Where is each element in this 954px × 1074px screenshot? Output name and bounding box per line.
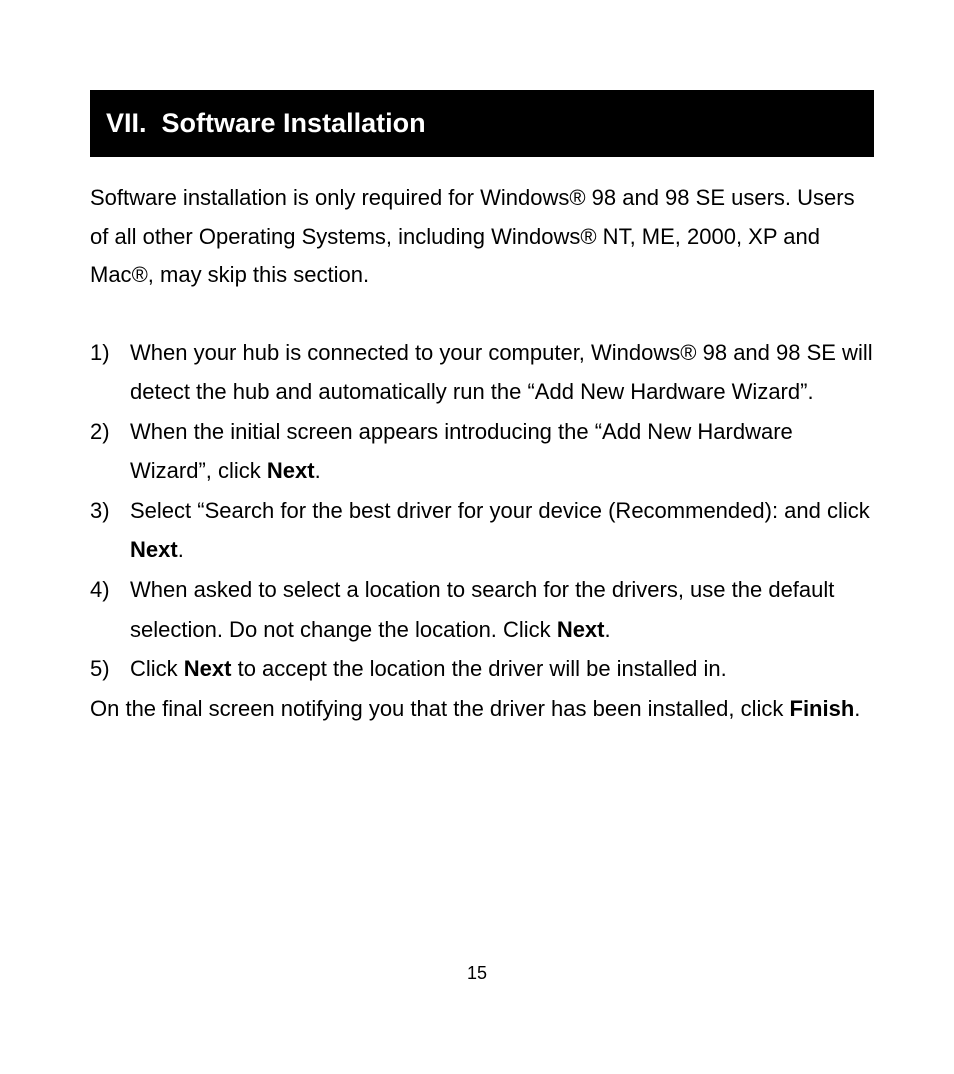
list-item: 4) When asked to select a location to se… — [90, 570, 874, 649]
text: Click — [130, 656, 184, 681]
list-item: 5) Click Next to accept the location the… — [90, 649, 874, 689]
list-text: When the initial screen appears introduc… — [130, 412, 874, 491]
registered-mark: ® — [580, 224, 596, 249]
list-number: 1) — [90, 333, 130, 412]
list-text: Select “Search for the best driver for y… — [130, 491, 874, 570]
registered-mark: ® — [132, 262, 148, 287]
list-number: 4) — [90, 570, 130, 649]
page-number: 15 — [0, 963, 954, 984]
text: Select “Search for the best driver for y… — [130, 498, 870, 523]
text: When asked to select a location to searc… — [130, 577, 834, 642]
section-header: VII. Software Installation — [90, 90, 874, 157]
list-item: 3) Select “Search for the best driver fo… — [90, 491, 874, 570]
registered-mark: ® — [680, 340, 696, 365]
text: . — [605, 617, 611, 642]
text: . — [178, 537, 184, 562]
section-number: VII. — [106, 108, 147, 138]
list-number: 5) — [90, 649, 130, 689]
closing-paragraph: On the final screen notifying you that t… — [90, 689, 874, 729]
intro-text: Software installation is only required f… — [90, 185, 569, 210]
text: . — [854, 696, 860, 721]
intro-text: , may skip this section. — [148, 262, 369, 287]
registered-mark: ® — [569, 185, 585, 210]
text: When your hub is connected to your compu… — [130, 340, 680, 365]
text: When the initial screen appears introduc… — [130, 419, 793, 484]
list-item: 1) When your hub is connected to your co… — [90, 333, 874, 412]
list-text: When your hub is connected to your compu… — [130, 333, 874, 412]
bold-text: Next — [184, 656, 232, 681]
instructions-list: 1) When your hub is connected to your co… — [90, 333, 874, 689]
text: On the final screen notifying you that t… — [90, 696, 790, 721]
bold-text: Next — [557, 617, 605, 642]
text: . — [315, 458, 321, 483]
page-content: VII. Software Installation Software inst… — [0, 0, 954, 728]
section-title: Software Installation — [162, 108, 426, 138]
text: to accept the location the driver will b… — [231, 656, 726, 681]
bold-text: Next — [267, 458, 315, 483]
list-item: 2) When the initial screen appears intro… — [90, 412, 874, 491]
list-number: 2) — [90, 412, 130, 491]
list-text: When asked to select a location to searc… — [130, 570, 874, 649]
list-text: Click Next to accept the location the dr… — [130, 649, 874, 689]
intro-paragraph: Software installation is only required f… — [90, 179, 874, 295]
bold-text: Finish — [790, 696, 855, 721]
list-number: 3) — [90, 491, 130, 570]
bold-text: Next — [130, 537, 178, 562]
